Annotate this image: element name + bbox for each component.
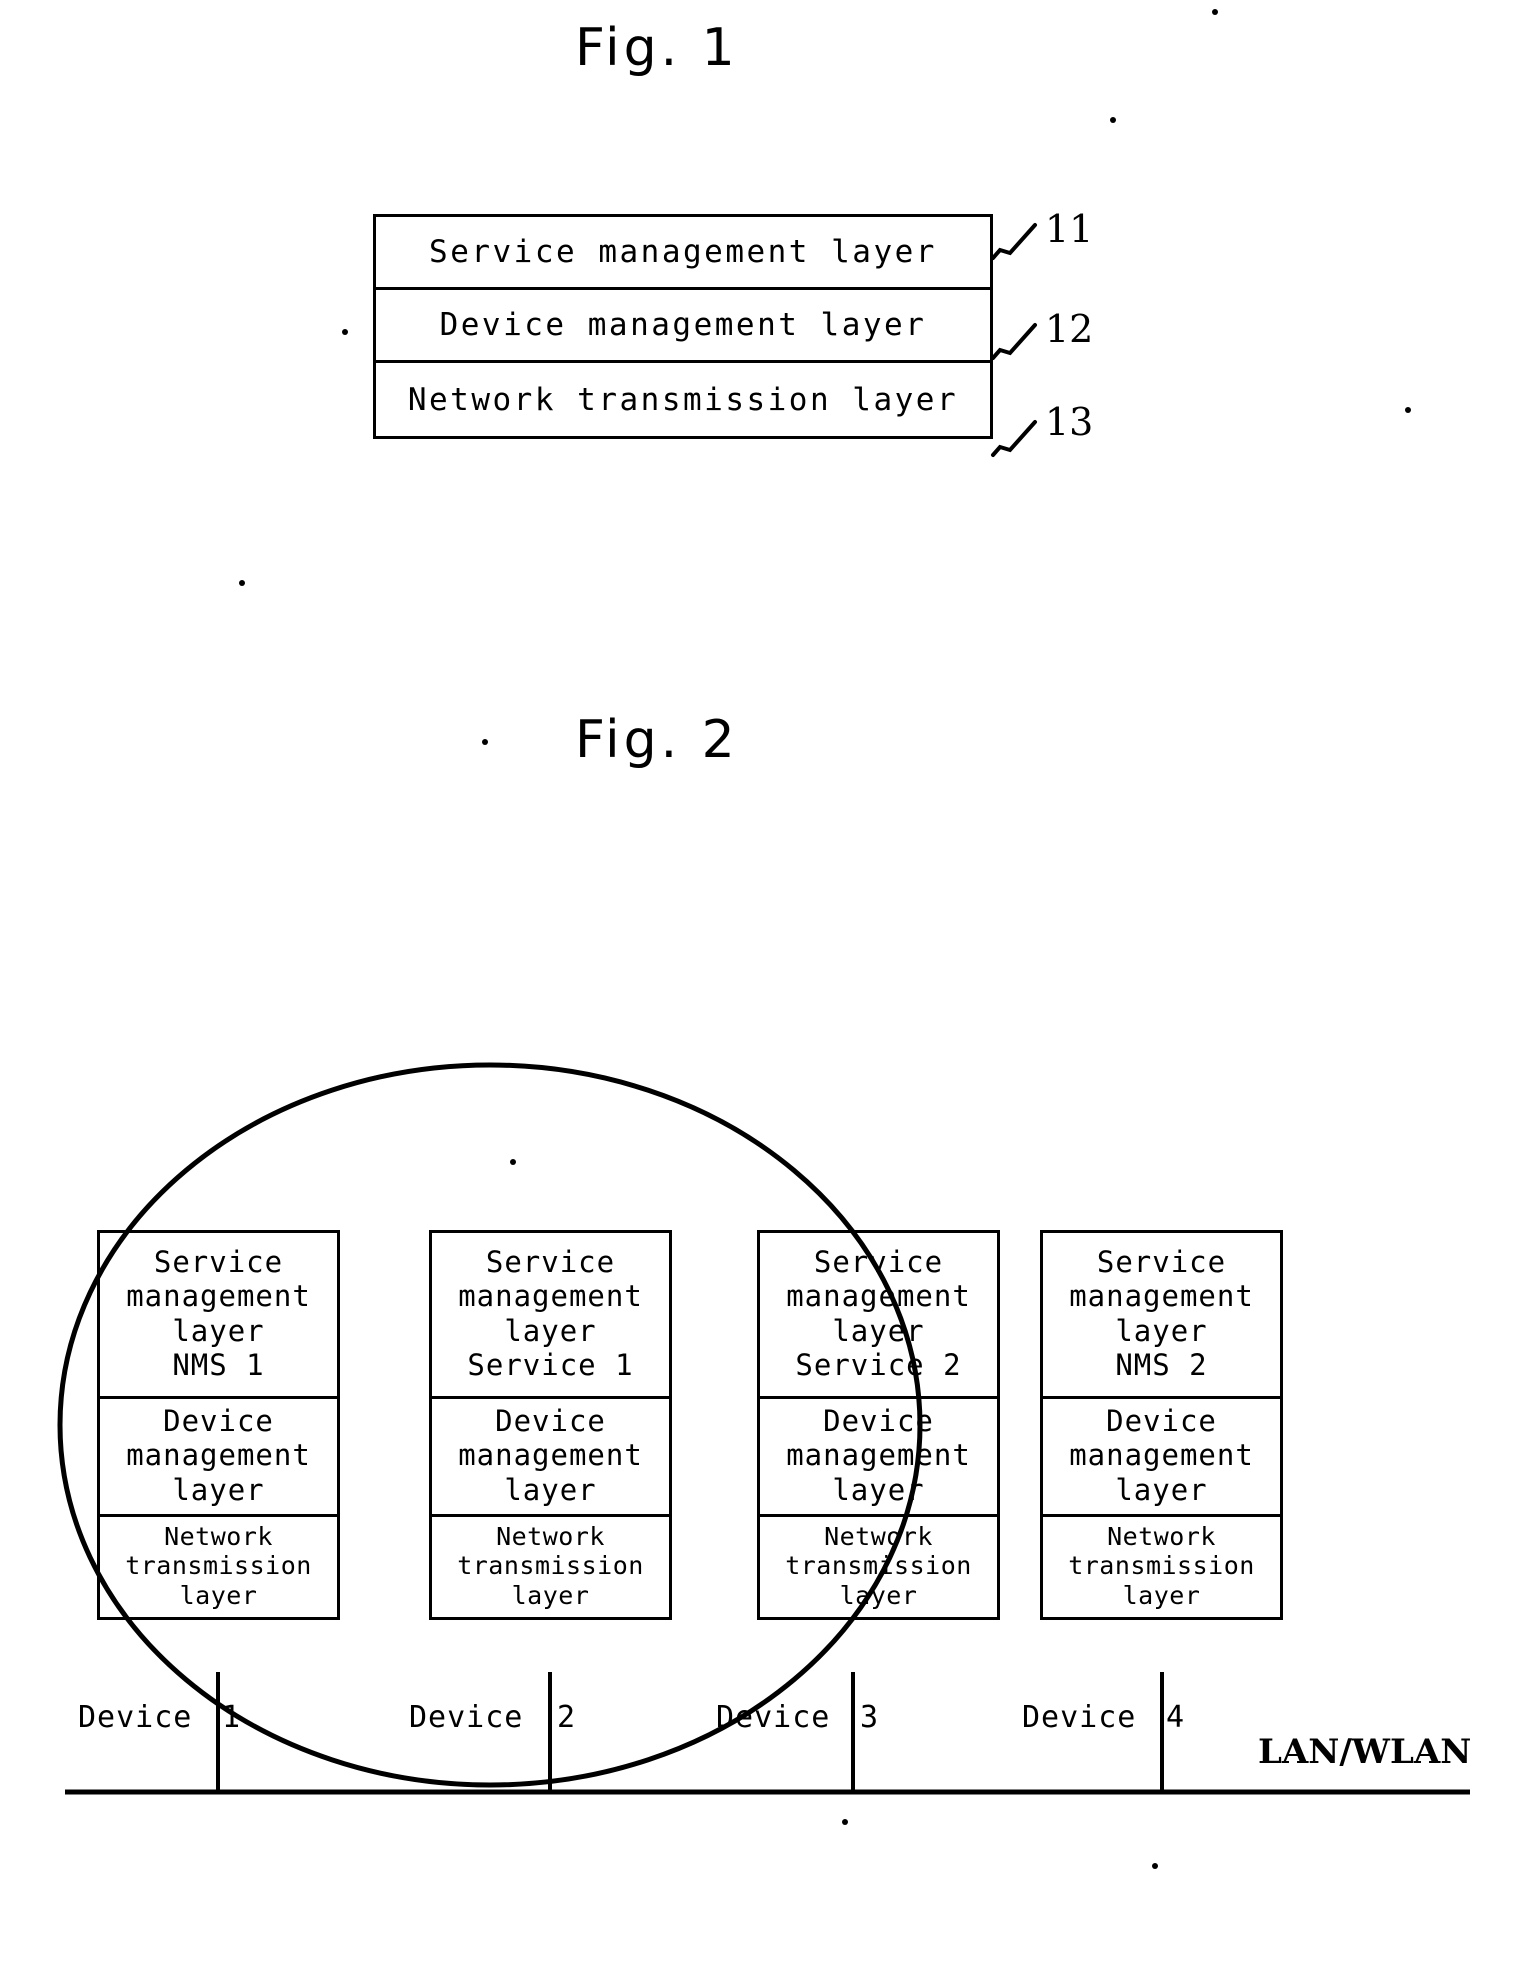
fig1-device-management-layer: Device management layer xyxy=(376,290,990,363)
lan-wlan-label: LAN/WLAN xyxy=(1258,1732,1472,1772)
device-2-device-management-layer: Device management layer xyxy=(432,1399,669,1517)
scan-speck xyxy=(510,1159,516,1165)
figure-1-layer-stack: Service management layer Device manageme… xyxy=(373,214,993,439)
device-3-label: Device xyxy=(716,1700,831,1735)
device-column-3: Service management layer Service 2 Devic… xyxy=(757,1230,1000,1620)
device-3-service-management-layer: Service management layer Service 2 xyxy=(760,1233,997,1399)
leader-line-12 xyxy=(991,323,1037,360)
reference-numeral-13: 13 xyxy=(1045,400,1094,444)
device-2-label: Device xyxy=(409,1700,524,1735)
scan-speck xyxy=(1405,407,1411,413)
scan-speck xyxy=(1212,9,1218,15)
device-3-network-transmission-layer: Network transmission layer xyxy=(785,1521,972,1610)
device-4-network-transmission-layer: Network transmission layer xyxy=(1068,1521,1255,1610)
device-4-label: Device xyxy=(1022,1700,1137,1735)
device-4-number: 4 xyxy=(1166,1700,1185,1735)
device-1-number: 1 xyxy=(222,1700,241,1735)
device-2-number: 2 xyxy=(557,1700,576,1735)
fig1-service-management-layer: Service management layer xyxy=(376,217,990,290)
device-3-device-management-layer: Device management layer xyxy=(760,1399,997,1517)
leader-line-13 xyxy=(991,420,1037,457)
device-2-network-transmission-layer: Network transmission layer xyxy=(457,1521,644,1610)
device-3-number: 3 xyxy=(860,1700,879,1735)
scan-speck xyxy=(842,1819,848,1825)
scan-speck xyxy=(239,580,245,586)
device-1-service-management-layer: Service management layer NMS 1 xyxy=(100,1233,337,1399)
scan-speck xyxy=(482,739,488,745)
device-column-4: Service management layer NMS 2 Device ma… xyxy=(1040,1230,1283,1620)
reference-numeral-12: 12 xyxy=(1045,307,1094,351)
device-1-network-transmission-layer: Network transmission layer xyxy=(125,1521,312,1610)
device-2-stack: Service management layer Service 1 Devic… xyxy=(429,1230,672,1620)
scan-speck xyxy=(342,329,348,335)
device-4-stack: Service management layer NMS 2 Device ma… xyxy=(1040,1230,1283,1620)
device-1-label: Device xyxy=(78,1700,193,1735)
leader-line-11 xyxy=(991,223,1037,260)
scan-speck xyxy=(1110,117,1116,123)
device-4-service-management-layer: Service management layer NMS 2 xyxy=(1043,1233,1280,1399)
device-2-service-management-layer: Service management layer Service 1 xyxy=(432,1233,669,1399)
figure-2-title: Fig. 2 xyxy=(575,710,739,770)
device-column-2: Service management layer Service 1 Devic… xyxy=(429,1230,672,1620)
scan-speck xyxy=(1152,1863,1158,1869)
figure-1-title: Fig. 1 xyxy=(575,18,739,78)
reference-numeral-11: 11 xyxy=(1045,207,1094,251)
fig1-network-transmission-layer: Network transmission layer xyxy=(407,381,959,418)
device-4-device-management-layer: Device management layer xyxy=(1043,1399,1280,1517)
device-1-stack: Service management layer NMS 1 Device ma… xyxy=(97,1230,340,1620)
device-1-device-management-layer: Device management layer xyxy=(100,1399,337,1517)
device-column-1: Service management layer NMS 1 Device ma… xyxy=(97,1230,340,1620)
device-3-stack: Service management layer Service 2 Devic… xyxy=(757,1230,1000,1620)
